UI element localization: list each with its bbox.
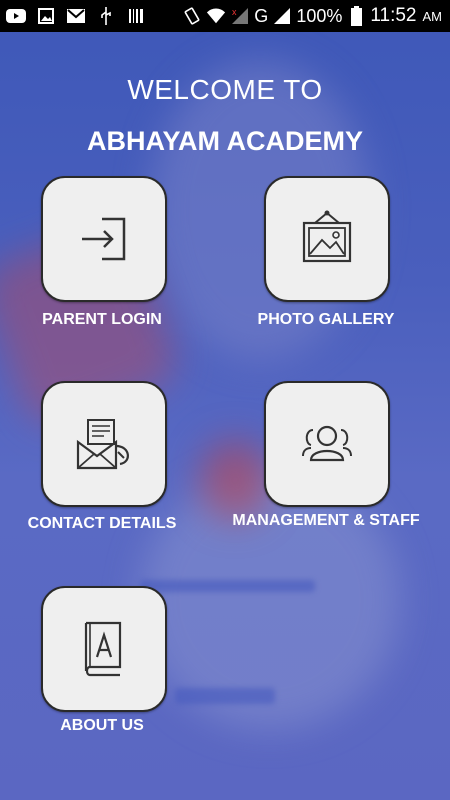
- youtube-icon: [6, 7, 26, 25]
- about-us-button[interactable]: [41, 586, 167, 712]
- contact-details-button[interactable]: [41, 381, 167, 507]
- contact-mail-icon: [72, 412, 136, 476]
- battery-percent: 100%: [296, 5, 343, 26]
- photo-gallery-label[interactable]: PHOTO GALLERY: [258, 311, 395, 329]
- vibrate-icon: [182, 7, 202, 25]
- gmail-icon: [66, 7, 86, 25]
- picture-frame-icon: [295, 207, 359, 271]
- about-us-label[interactable]: ABOUT US: [60, 717, 144, 735]
- gallery-icon: [36, 7, 56, 25]
- photo-gallery-button[interactable]: [264, 176, 390, 302]
- parent-login-label[interactable]: PARENT LOGIN: [42, 311, 162, 329]
- background-blur: [140, 580, 315, 592]
- battery-icon: [346, 6, 366, 26]
- background-blur: [175, 688, 275, 704]
- management-staff-button[interactable]: [264, 381, 390, 507]
- background-blur: [200, 440, 270, 520]
- clock-ampm: AM: [422, 8, 443, 24]
- wifi-icon: [206, 7, 226, 25]
- svg-text:x: x: [232, 7, 237, 17]
- management-staff-label[interactable]: MANAGEMENT & STAFF: [232, 512, 419, 530]
- signal-icon: x: [230, 7, 250, 25]
- status-bar: x G 100% 11:52 AM: [0, 0, 450, 32]
- usb-icon: [96, 7, 116, 25]
- contact-details-label[interactable]: CONTACT DETAILS: [28, 515, 177, 533]
- clock: 11:52: [370, 5, 417, 26]
- barcode-icon: [126, 7, 146, 25]
- welcome-heading: WELCOME TO: [127, 74, 323, 105]
- signal-icon: [272, 7, 292, 25]
- parent-login-button[interactable]: [41, 176, 167, 302]
- people-icon: [295, 412, 359, 476]
- login-icon: [74, 209, 134, 269]
- network-type: G: [254, 5, 269, 26]
- school-name-heading: ABHAYAM ACADEMY: [86, 126, 364, 156]
- app-screen: x G 100% 11:52 AM WELCOME TO ABHAYAM ACA…: [0, 0, 450, 800]
- book-icon: [74, 617, 134, 681]
